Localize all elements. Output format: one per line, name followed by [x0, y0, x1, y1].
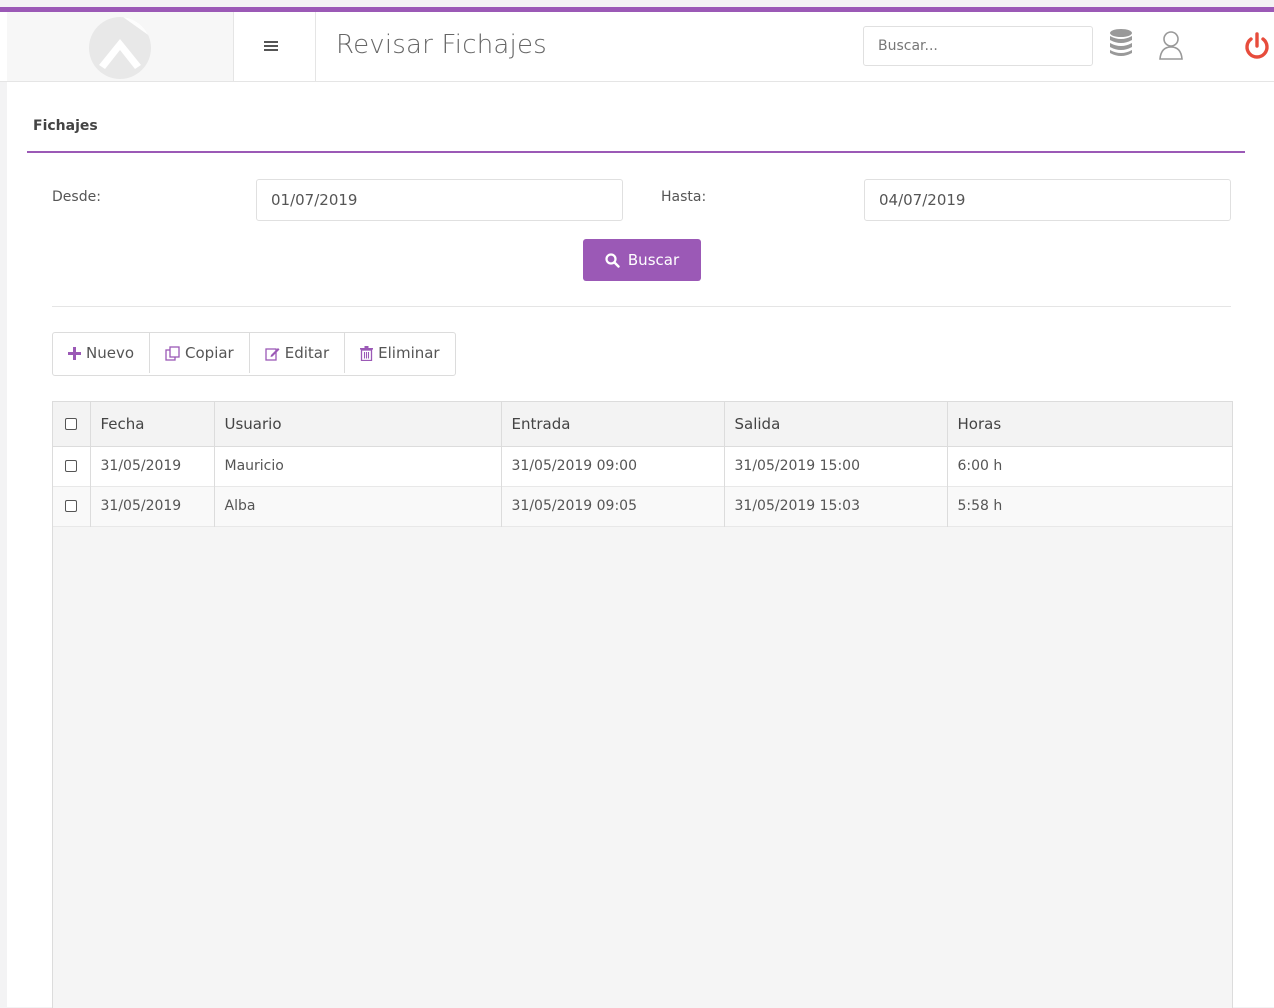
- user-icon[interactable]: [1157, 30, 1185, 64]
- copiar-label: Copiar: [185, 344, 234, 362]
- copiar-button[interactable]: Copiar: [150, 333, 250, 373]
- menu-toggle-button[interactable]: [233, 12, 316, 81]
- cell-fecha: 31/05/2019: [90, 446, 215, 486]
- desde-date-field[interactable]: [256, 179, 623, 221]
- cell-horas: 5:58 h: [957, 498, 1003, 514]
- edit-icon: [265, 347, 280, 361]
- panel-title: Fichajes: [33, 118, 98, 134]
- table-header-row: Fecha Usuario Entrada Salida Horas: [53, 402, 1232, 447]
- power-icon[interactable]: [1244, 32, 1270, 64]
- row-checkbox-cell[interactable]: [53, 446, 91, 486]
- cell-salida: 31/05/2019 15:00: [724, 446, 948, 486]
- column-header-horas[interactable]: Horas: [947, 402, 1232, 447]
- column-header-salida[interactable]: Salida: [724, 402, 948, 447]
- buscar-button[interactable]: Buscar: [583, 239, 701, 281]
- logo-icon[interactable]: [89, 17, 151, 79]
- table-row[interactable]: 31/05/2019 Alba 31/05/2019 09:05 31/05/2…: [53, 486, 1232, 526]
- trash-icon: [360, 345, 374, 361]
- nuevo-label: Nuevo: [86, 344, 135, 362]
- row-checkbox-cell[interactable]: [53, 486, 91, 526]
- header: Revisar Fichajes: [0, 12, 1274, 82]
- select-all-checkbox[interactable]: [65, 418, 77, 431]
- hasta-date-field[interactable]: [864, 179, 1231, 221]
- menu-icon: [264, 41, 278, 51]
- row-checkbox[interactable]: [65, 500, 77, 512]
- fichajes-table: Fecha Usuario Entrada Salida Horas 31/05…: [52, 401, 1233, 1008]
- toolbar: Nuevo Copiar Editar Eliminar: [52, 332, 456, 376]
- editar-label: Editar: [284, 344, 330, 362]
- cell-entrada: 31/05/2019 09:00: [501, 446, 725, 486]
- eliminar-button[interactable]: Eliminar: [345, 333, 454, 373]
- eliminar-label: Eliminar: [378, 344, 440, 362]
- cell-fecha: 31/05/2019: [90, 486, 215, 526]
- search-icon: [605, 252, 620, 268]
- cell-usuario: Mauricio: [214, 446, 502, 486]
- plus-icon: [68, 346, 81, 360]
- cell-usuario: Alba: [214, 486, 502, 526]
- row-checkbox[interactable]: [65, 460, 77, 472]
- nuevo-button[interactable]: Nuevo: [53, 333, 151, 373]
- cell-entrada: 31/05/2019 09:05: [501, 486, 725, 526]
- cell-salida: 31/05/2019 15:03: [724, 486, 948, 526]
- panel-divider: [27, 151, 1245, 153]
- desde-label: Desde:: [52, 189, 101, 205]
- column-header-entrada[interactable]: Entrada: [501, 402, 725, 447]
- buscar-button-label: Buscar: [627, 251, 680, 269]
- logo-area: [7, 12, 234, 81]
- column-header-fecha[interactable]: Fecha: [90, 402, 215, 447]
- copy-icon: [165, 345, 180, 361]
- page-title: Revisar Fichajes: [336, 30, 547, 60]
- column-header-usuario[interactable]: Usuario: [214, 402, 502, 447]
- hasta-label: Hasta:: [661, 189, 707, 205]
- search-input[interactable]: [863, 26, 1093, 66]
- section-divider: [52, 306, 1231, 307]
- editar-button[interactable]: Editar: [250, 333, 346, 373]
- select-all-checkbox-cell[interactable]: [53, 402, 91, 447]
- table-row[interactable]: 31/05/2019 Mauricio 31/05/2019 09:00 31/…: [53, 446, 1232, 486]
- cell-horas: 6:00 h: [957, 458, 1003, 474]
- fichajes-panel: Fichajes Desde: Hasta: Buscar Nuevo Copi…: [7, 82, 1274, 1008]
- database-icon[interactable]: [1109, 28, 1133, 62]
